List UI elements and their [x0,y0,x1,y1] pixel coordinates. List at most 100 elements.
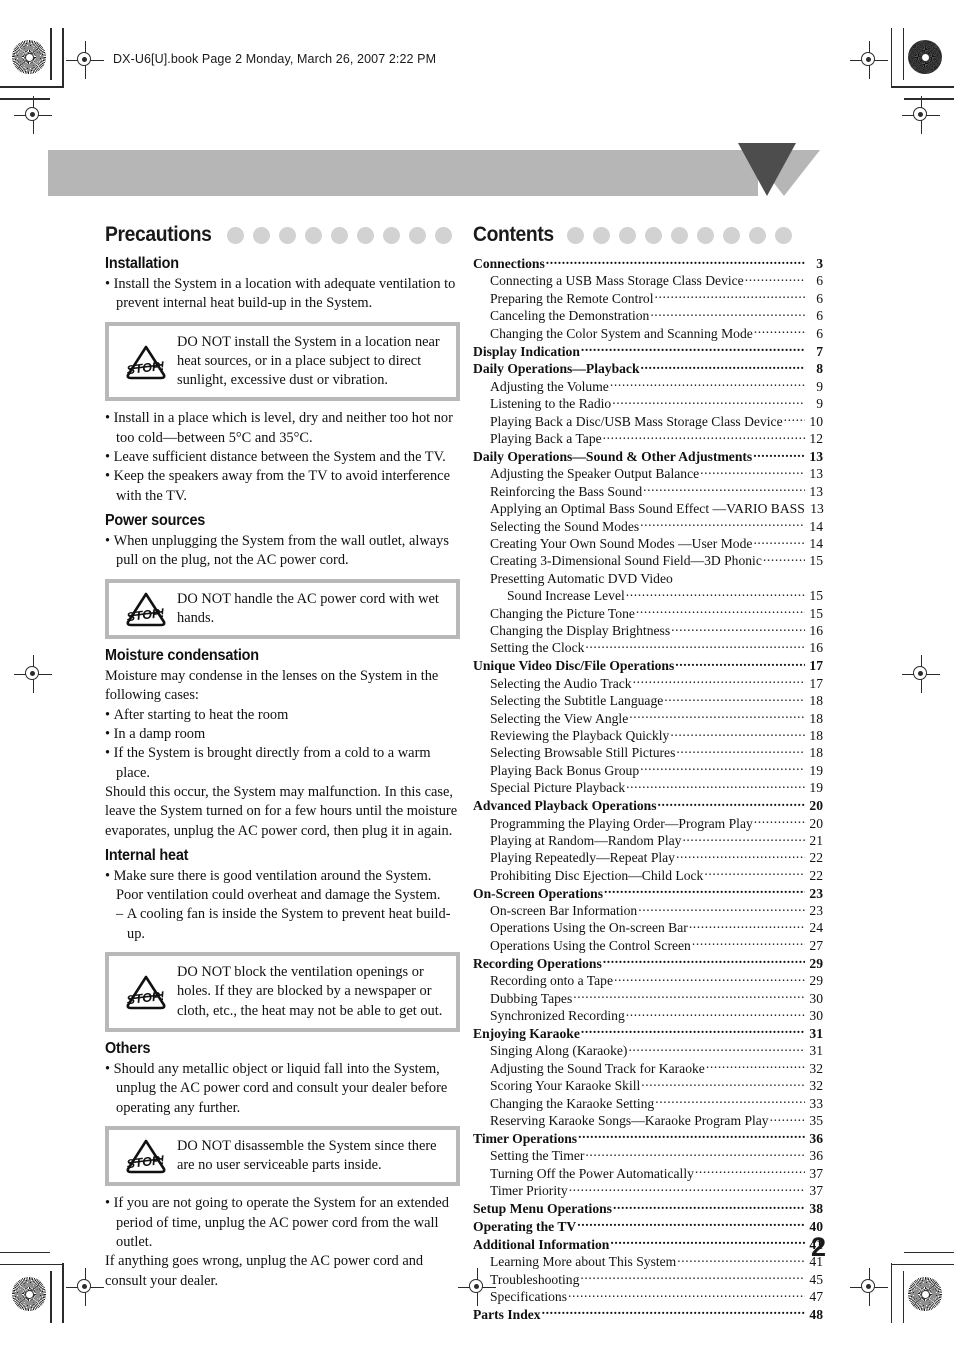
others-outro: If anything goes wrong, unplug the AC po… [105,1253,424,1289]
toc-entry-page: 16 [809,623,823,639]
toc-entry[interactable]: Selecting the Sound Modes 14 [473,518,823,535]
toc-entry[interactable]: Display Indication 7 [473,343,823,360]
toc-entry-page: 18 [809,710,823,726]
toc-entry[interactable]: Changing the Karaoke Setting 33 [473,1095,823,1112]
toc-leader-dots [638,902,805,915]
toc-entry-label: On-Screen Operations [473,885,604,901]
crop-line [902,1271,904,1323]
toc-entry-label: Connecting a USB Mass Storage Class Devi… [490,273,744,289]
toc-entry[interactable]: Singing Along (Karaoke) 31 [473,1042,823,1059]
toc-entry-page: 10 [809,413,823,429]
toc-leader-dots [626,587,805,600]
toc-entry[interactable]: Playing Repeatedly—Repeat Play 22 [473,849,823,866]
toc-entry[interactable]: Prohibiting Disc Ejection—Child Lock 22 [473,867,823,884]
toc-entry[interactable]: Unique Video Disc/File Operations 17 [473,657,823,674]
toc-entry-page: 17 [809,658,823,674]
toc-entry[interactable]: Canceling the Demonstration 6 [473,307,823,324]
toc-entry[interactable]: Playing Back a Tape 12 [473,430,823,447]
toc-entry[interactable]: Connecting a USB Mass Storage Class Devi… [473,272,823,289]
toc-entry[interactable]: Advanced Playback Operations 20 [473,797,823,814]
toc-entry[interactable]: Operations Using the Control Screen 27 [473,937,823,954]
toc-entry[interactable]: Parts Index 48 [473,1306,823,1323]
toc-entry[interactable]: Operations Using the On-screen Bar 24 [473,919,823,936]
toc-leader-dots [542,1306,805,1319]
toc-entry-label: Selecting the View Angle [490,710,629,726]
precautions-dot-decoration [226,226,452,244]
toc-entry[interactable]: Reinforcing the Bass Sound 13 [473,483,823,500]
toc-entry-page: 37 [809,1183,823,1199]
heading-moisture-condensation: Moisture condensation [105,647,259,665]
toc-entry[interactable]: Playing Back Bonus Group 19 [473,762,823,779]
toc-entry[interactable]: Setup Menu Operations 38 [473,1200,823,1217]
toc-entry[interactable]: Changing the Display Brightness 16 [473,622,823,639]
toc-leader-dots [770,1112,805,1125]
toc-entry[interactable]: Applying an Optimal Bass Sound Effect —V… [473,500,824,517]
toc-entry[interactable]: Daily Operations—Sound & Other Adjustmen… [473,448,823,465]
toc-entry[interactable]: Adjusting the Speaker Output Balance 13 [473,465,823,482]
toc-entry[interactable]: Enjoying Karaoke 31 [473,1025,823,1042]
toc-entry[interactable]: Connections 3 [473,255,823,272]
toc-entry[interactable]: Timer Priority 37 [473,1182,823,1199]
toc-entry[interactable]: Creating Your Own Sound Modes —User Mode… [473,535,823,552]
toc-entry[interactable]: Playing Back a Disc/USB Mass Storage Cla… [473,413,823,430]
list-item-sub: A cooling fan is inside the System to pr… [105,905,460,944]
toc-entry[interactable]: Synchronized Recording 30 [473,1007,823,1024]
warning-text: DO NOT install the System in a location … [177,333,440,389]
toc-entry-page: 14 [809,518,823,534]
toc-entry[interactable]: Recording Operations 29 [473,955,823,972]
crop-line [0,86,62,88]
toc-entry[interactable]: Sound Increase Level 15 [473,587,823,604]
toc-entry[interactable]: Listening to the Radio 9 [473,395,823,412]
toc-entry[interactable]: Selecting Browsable Still Pictures 18 [473,744,823,761]
toc-entry-page: 15 [809,605,823,621]
heading-power-sources: Power sources [105,511,206,529]
toc-entry[interactable]: Daily Operations—Playback 8 [473,360,823,377]
toc-entry[interactable]: On-screen Bar Information 23 [473,902,823,919]
toc-leader-dots [603,430,805,443]
toc-leader-dots [692,937,805,950]
toc-leader-dots [613,1200,805,1213]
toc-entry[interactable]: Adjusting the Volume 9 [473,378,823,395]
toc-entry[interactable]: Playing at Random—Random Play 21 [473,832,823,849]
toc-entry[interactable]: Reviewing the Playback Quickly 18 [473,727,823,744]
others-bullets-after: If you are not going to operate the Syst… [105,1194,460,1252]
crop-line [50,1271,52,1323]
warning-box-others: STOP! DO NOT disassemble the System sinc… [105,1125,460,1187]
toc-entry[interactable]: Timer Operations 36 [473,1130,823,1147]
toc-entry-label: Synchronized Recording [490,1007,625,1023]
contents-column: Contents Connections 3 Connecting a USB Ma… [473,222,824,1323]
crop-line [62,28,64,88]
toc-entry[interactable]: Recording onto a Tape 29 [473,972,823,989]
toc-entry[interactable]: Operating the TV40 [473,1218,823,1235]
toc-entry-label: Programming the Playing Order—Program Pl… [490,815,753,831]
toc-entry[interactable]: Adjusting the Sound Track for Karaoke 32 [473,1060,823,1077]
toc-entry-page: 47 [809,1288,823,1304]
toc-entry[interactable]: Preparing the Remote Control 6 [473,290,823,307]
toc-entry[interactable]: Reserving Karaoke Songs—Karaoke Program … [473,1112,823,1129]
toc-entry[interactable]: Programming the Playing Order—Program Pl… [473,815,823,832]
toc-entry[interactable]: Changing the Picture Tone 15 [473,605,823,622]
toc-entry-page: 35 [809,1112,823,1128]
toc-entry[interactable]: On-Screen Operations 23 [473,885,823,902]
toc-entry[interactable]: Dubbing Tapes 30 [473,990,823,1007]
toc-entry[interactable]: Changing the Color System and Scanning M… [473,325,823,342]
toc-entry[interactable]: Creating 3-Dimensional Sound Field—3D Ph… [473,552,823,569]
crop-line [892,86,954,88]
toc-entry[interactable]: Presetting Automatic DVD Video [473,570,823,587]
toc-entry[interactable]: Additional Information41 [473,1236,823,1253]
toc-entry[interactable]: Setting the Clock 16 [473,639,823,656]
toc-entry[interactable]: Setting the Timer 36 [473,1147,823,1164]
toc-entry[interactable]: Specifications 47 [473,1288,823,1305]
toc-entry-page: 19 [809,780,823,796]
toc-entry[interactable]: Turning Off the Power Automatically 37 [473,1165,823,1182]
toc-entry[interactable]: Scoring Your Karaoke Skill 32 [473,1077,823,1094]
toc-entry[interactable]: Selecting the Subtitle Language 18 [473,692,823,709]
toc-entry[interactable]: Selecting the Audio Track 17 [473,675,823,692]
installation-bullets-after: Install in a place which is level, dry a… [105,409,460,505]
toc-entry[interactable]: Troubleshooting 45 [473,1271,823,1288]
toc-leader-dots [704,867,805,880]
toc-entry[interactable]: Special Picture Playback 19 [473,779,823,796]
toc-entry[interactable]: Selecting the View Angle 18 [473,710,823,727]
toc-entry[interactable]: Learning More about This System41 [473,1253,823,1270]
toc-leader-dots [626,1007,805,1020]
